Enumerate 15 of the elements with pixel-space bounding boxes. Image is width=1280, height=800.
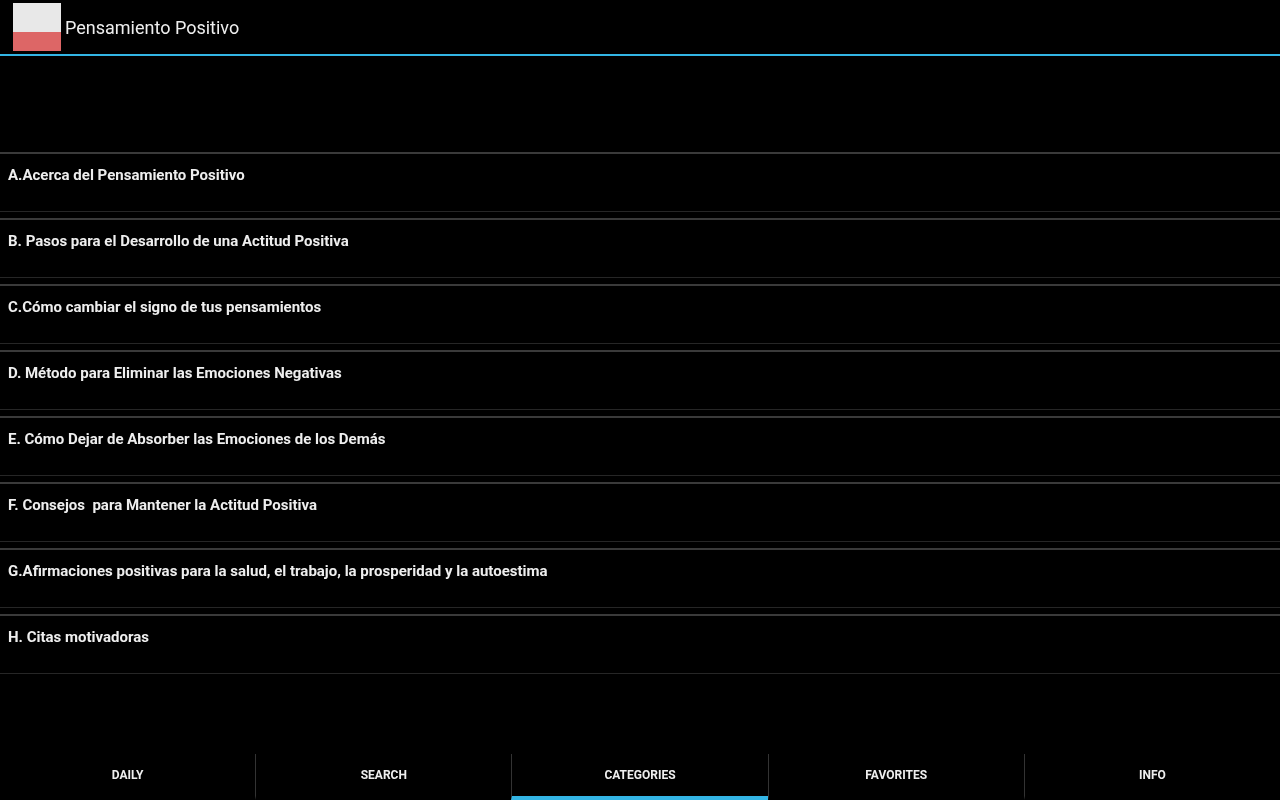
tab[interactable]: FAVORITES	[767, 754, 1024, 800]
photo-placeholder	[13, 3, 61, 51]
category-item[interactable]: F. Consejos para Mantener la Actitud Positiva	[0, 482, 1280, 542]
tab[interactable]: CATEGORIES	[511, 754, 768, 800]
tab[interactable]: DAILY	[0, 754, 256, 800]
category-item[interactable]: A.Acerca del Pensamiento Positivo	[0, 152, 1280, 212]
category-item[interactable]: B. Pasos para el Desarrollo de una Actitud Positiva	[0, 218, 1280, 278]
category-item[interactable]: H. Citas motivadoras	[0, 614, 1280, 674]
category-item[interactable]: E. Cómo Dejar de Absorber las Emociones de los Demás	[0, 416, 1280, 476]
category-item[interactable]: D. Método para Eliminar las Emociones Negativas	[0, 350, 1280, 410]
category-item[interactable]: C.Cómo cambiar el signo de tus pensamientos	[0, 284, 1280, 344]
category-item[interactable]: G.Afirmaciones positivas para la salud, el trabajo, la prosperidad y la autoestima	[0, 548, 1280, 608]
tab[interactable]: SEARCH	[255, 754, 512, 800]
tab[interactable]: INFO	[1023, 754, 1280, 800]
app-title: Pensamiento Positivo	[65, 15, 240, 40]
